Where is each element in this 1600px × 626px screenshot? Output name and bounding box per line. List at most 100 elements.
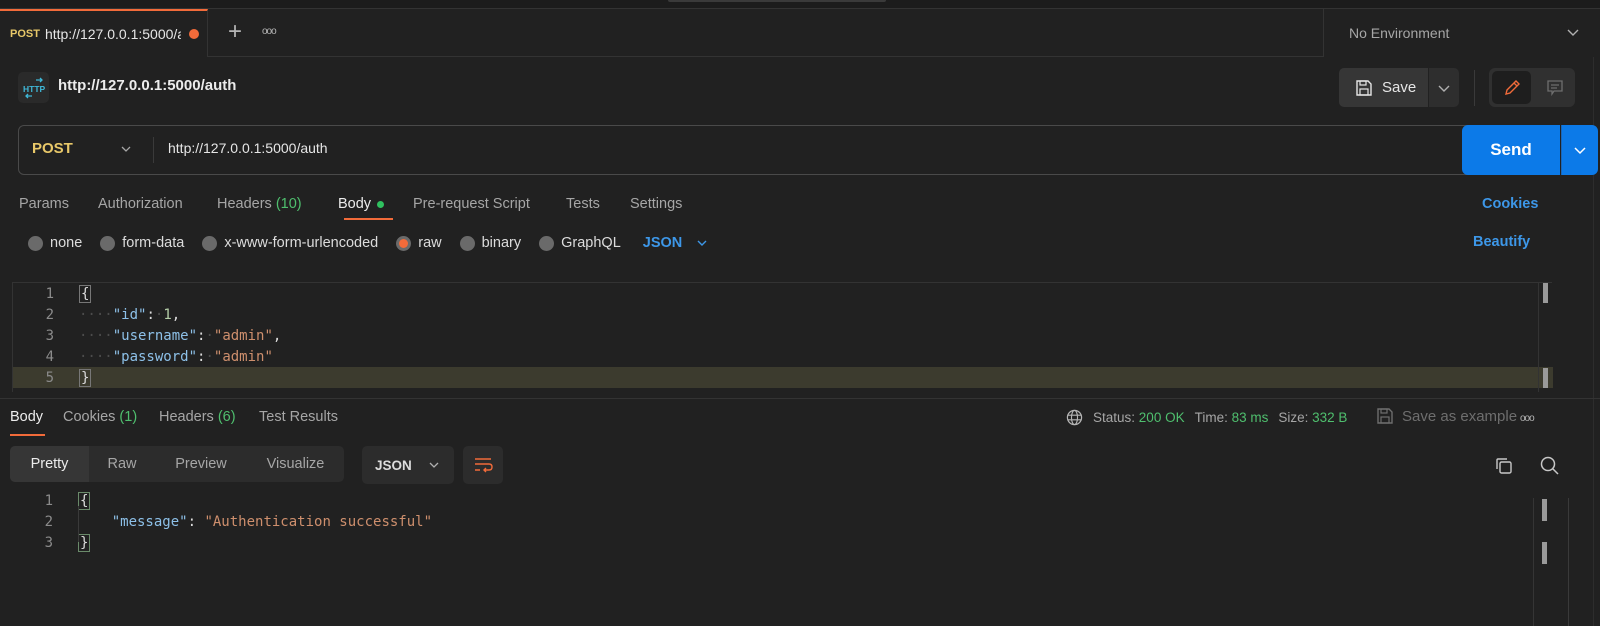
divider: [153, 137, 154, 163]
radio-raw[interactable]: raw: [396, 235, 442, 251]
indent-guide: [78, 506, 79, 542]
send-button[interactable]: Send: [1462, 125, 1560, 175]
save-options-button[interactable]: [1429, 68, 1459, 107]
response-body-viewer[interactable]: 1 { 2 "message": "Authentication success…: [12, 490, 1552, 626]
save-label: Save: [1382, 79, 1417, 96]
environment-label: No Environment: [1349, 25, 1450, 41]
response-tab-headers[interactable]: Headers (6): [159, 409, 236, 425]
radio-label: binary: [481, 235, 522, 251]
pencil-icon: [1504, 79, 1520, 95]
tab-label: Body: [338, 196, 372, 212]
tab-title: http://127.0.0.1:5000/a: [44, 26, 181, 42]
body-indicator-dot-icon: [377, 200, 385, 208]
request-tab-active[interactable]: POST http://127.0.0.1:5000/a: [0, 9, 208, 57]
headers-count: (6): [217, 409, 236, 425]
response-tab-cookies[interactable]: Cookies (1): [63, 409, 137, 425]
tab-settings[interactable]: Settings: [630, 196, 682, 212]
wrap-lines-icon: [475, 458, 493, 473]
radio-icon: [28, 235, 43, 251]
radio-graphql[interactable]: GraphQL: [539, 235, 621, 251]
response-tab-test-results[interactable]: Test Results: [259, 409, 338, 425]
radio-icon: [539, 235, 555, 251]
request-body-editor[interactable]: 1 { 2 ····"id":·1, 3 ····"username":·"ad…: [12, 282, 1553, 392]
edit-mode-button[interactable]: [1492, 71, 1531, 104]
radio-icon: [202, 235, 218, 251]
right-sidebar-border: [1568, 498, 1569, 626]
radio-icon: [100, 235, 116, 251]
wrap-lines-button[interactable]: [463, 446, 503, 484]
radio-form-data[interactable]: form-data: [100, 235, 184, 251]
scrollbar-thumb[interactable]: [1542, 499, 1547, 521]
json-value: "Authentication successful": [204, 513, 433, 530]
editor-line: 4 ····"password":·"admin": [13, 346, 1553, 367]
radio-selected-icon: [396, 235, 412, 251]
tab-more-options-button[interactable]: ooo: [262, 26, 277, 37]
tab-params[interactable]: Params: [19, 196, 69, 212]
save-as-example-button[interactable]: Save as example: [1376, 407, 1517, 425]
size: Size: 332 B: [1278, 410, 1347, 425]
body-language-selector[interactable]: JSON: [643, 235, 709, 251]
view-pretty[interactable]: Pretty: [10, 446, 89, 482]
http-icon: HTTP: [18, 72, 49, 103]
beautify-button[interactable]: Beautify: [1473, 234, 1530, 250]
editor-line: 3 ····"username":·"admin",: [13, 325, 1553, 346]
radio-binary[interactable]: binary: [459, 235, 522, 251]
save-icon: [1377, 408, 1393, 424]
response-meta: Status: 200 OK Time: 83 ms Size: 332 B: [1066, 409, 1347, 426]
radio-label: raw: [418, 235, 442, 251]
send-options-button[interactable]: [1561, 125, 1598, 175]
json-key: "username": [112, 327, 198, 344]
request-title[interactable]: http://127.0.0.1:5000/auth: [58, 77, 236, 94]
tab-pre-request-script[interactable]: Pre-request Script: [413, 196, 530, 212]
line-number: 2: [45, 306, 54, 323]
divider: [1474, 70, 1475, 106]
json-value: "admin": [213, 348, 273, 365]
scrollbar-thumb[interactable]: [1543, 283, 1548, 303]
response-more-options-button[interactable]: ooo: [1520, 413, 1535, 424]
cookies-count: (1): [119, 409, 138, 425]
line-number: 3: [44, 534, 53, 551]
status-label: Status:: [1093, 410, 1136, 425]
pane-divider[interactable]: [0, 398, 1600, 399]
time-value: 83 ms: [1231, 410, 1269, 425]
time-label: Time:: [1194, 410, 1228, 425]
view-raw[interactable]: Raw: [89, 446, 155, 482]
headers-count: (10): [275, 196, 302, 212]
line-number: 5: [45, 369, 54, 386]
tab-tests[interactable]: Tests: [566, 196, 600, 212]
environment-selector[interactable]: No Environment: [1323, 9, 1600, 57]
response-tab-body[interactable]: Body: [10, 409, 43, 425]
tab-label: Cookies: [63, 409, 116, 425]
response-format-selector[interactable]: JSON: [362, 446, 454, 484]
globe-icon[interactable]: [1066, 409, 1083, 426]
method-selector[interactable]: POST: [32, 140, 73, 157]
line-number: 4: [45, 348, 54, 365]
tab-method: POST: [10, 28, 40, 40]
radio-x-www-form-urlencoded[interactable]: x-www-form-urlencoded: [202, 235, 378, 251]
view-preview[interactable]: Preview: [155, 446, 247, 482]
scrollbar-marker: [1542, 542, 1547, 564]
copy-icon[interactable]: [1495, 457, 1513, 475]
comments-mode-button[interactable]: [1535, 71, 1574, 104]
save-icon: [1356, 79, 1372, 96]
chevron-down-icon: [429, 462, 439, 468]
line-number: 1: [44, 492, 53, 509]
search-icon[interactable]: [1540, 456, 1559, 475]
tab-authorization[interactable]: Authorization: [98, 196, 183, 212]
save-button[interactable]: Save: [1339, 68, 1428, 107]
radio-none[interactable]: none: [28, 235, 82, 251]
radio-label: x-www-form-urlencoded: [224, 235, 379, 251]
tab-body[interactable]: Body: [338, 196, 385, 212]
view-visualize[interactable]: Visualize: [247, 446, 344, 482]
cookies-link[interactable]: Cookies: [1482, 196, 1538, 212]
open-brace: {: [78, 491, 91, 510]
tab-headers[interactable]: Headers (10): [217, 196, 302, 212]
url-input[interactable]: [168, 140, 1458, 156]
chevron-down-icon[interactable]: [120, 143, 132, 155]
size-value: 332 B: [1312, 410, 1348, 425]
scrollbar-marker: [1543, 368, 1548, 388]
open-brace: {: [79, 284, 92, 303]
viewer-scrollbar-track[interactable]: [1533, 498, 1534, 626]
editor-scrollbar[interactable]: [1538, 282, 1554, 392]
new-tab-button[interactable]: +: [224, 20, 246, 44]
